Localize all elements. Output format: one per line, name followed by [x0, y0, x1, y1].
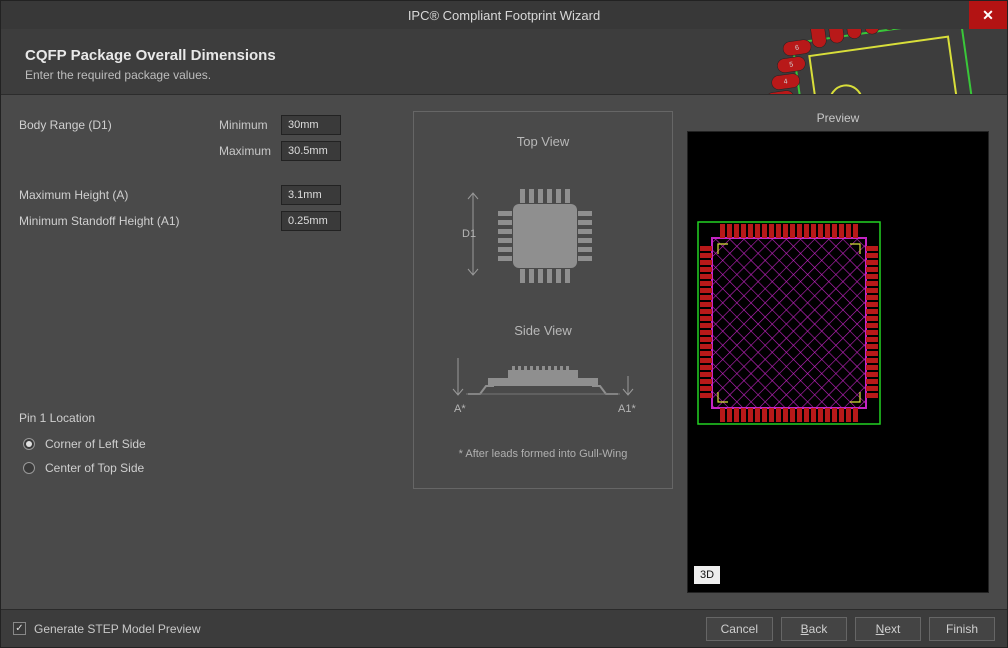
max-height-label: Maximum Height (A) — [19, 188, 219, 202]
content-area: Body Range (D1) Minimum Maximum Maximum … — [1, 95, 1007, 609]
body-range-min-input[interactable] — [281, 115, 341, 135]
titlebar: IPC® Compliant Footprint Wizard ✕ — [1, 1, 1007, 29]
min-standoff-input[interactable] — [281, 211, 341, 231]
min-standoff-label: Minimum Standoff Height (A1) — [19, 214, 219, 228]
maximum-label: Maximum — [219, 144, 277, 158]
pin1-section-label: Pin 1 Location — [19, 411, 399, 425]
radio-icon — [23, 462, 35, 474]
d1-label: D1 — [462, 228, 476, 240]
a-label: A* — [454, 403, 466, 415]
body-range-max-input[interactable] — [281, 141, 341, 161]
fields-column: Body Range (D1) Minimum Maximum Maximum … — [19, 111, 399, 593]
preview-viewport[interactable]: 3D — [687, 131, 989, 593]
preview-label: Preview — [817, 111, 860, 125]
side-view-label: Side View — [514, 323, 572, 338]
diagram-panel: Top View D1 Side View — [413, 111, 673, 489]
wizard-window: IPC® Compliant Footprint Wizard ✕ CQFP P… — [0, 0, 1008, 648]
cancel-button[interactable]: Cancel — [706, 617, 773, 641]
body-range-label: Body Range (D1) — [19, 118, 219, 132]
max-height-input[interactable] — [281, 185, 341, 205]
wizard-header: CQFP Package Overall Dimensions Enter th… — [1, 29, 1007, 95]
next-button[interactable]: Next — [855, 617, 921, 641]
preview-column: Preview — [687, 111, 989, 593]
side-view-diagram: A* A1* — [438, 356, 648, 426]
footer: Generate STEP Model Preview Cancel Back … — [1, 609, 1007, 647]
close-button[interactable]: ✕ — [969, 1, 1007, 29]
diagram-footnote: * After leads formed into Gull-Wing — [459, 448, 628, 460]
3d-toggle-button[interactable]: 3D — [694, 566, 720, 584]
close-icon: ✕ — [982, 7, 994, 24]
step-preview-checkbox[interactable] — [13, 622, 26, 635]
window-title: IPC® Compliant Footprint Wizard — [408, 8, 600, 23]
minimum-label: Minimum — [219, 118, 277, 132]
header-footprint-art: 123 456 — [749, 29, 1007, 95]
a1-label: A1* — [618, 403, 636, 415]
radio-center-top-label: Center of Top Side — [45, 461, 144, 475]
top-view-diagram: D1 — [458, 179, 628, 299]
radio-corner-left-label: Corner of Left Side — [45, 437, 146, 451]
radio-corner-left[interactable]: Corner of Left Side — [23, 437, 399, 451]
radio-center-top[interactable]: Center of Top Side — [23, 461, 399, 475]
radio-icon — [23, 438, 35, 450]
step-preview-label: Generate STEP Model Preview — [34, 622, 201, 636]
footprint-preview-graphic — [694, 218, 884, 428]
top-view-label: Top View — [517, 134, 570, 149]
finish-button[interactable]: Finish — [929, 617, 995, 641]
back-button[interactable]: Back — [781, 617, 847, 641]
